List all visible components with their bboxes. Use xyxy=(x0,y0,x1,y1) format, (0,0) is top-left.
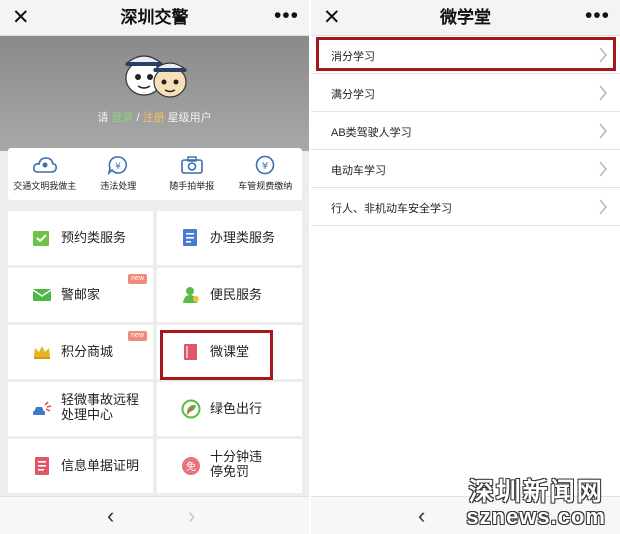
service-police-mail[interactable]: 警邮家 new xyxy=(8,268,153,322)
service-green-travel[interactable]: 绿色出行 xyxy=(157,382,302,436)
yuan-speech-icon: ¥ xyxy=(107,156,128,176)
exempt-badge-icon: 免 xyxy=(182,457,200,475)
service-processing[interactable]: 办理类服务 xyxy=(157,211,302,265)
list-item[interactable]: 电动车学习 xyxy=(311,150,620,188)
more-icon[interactable]: ••• xyxy=(585,5,610,27)
chevron-right-icon xyxy=(599,199,607,215)
receipt-icon xyxy=(35,457,49,475)
camera-icon xyxy=(180,156,203,174)
left-title-bar: ✕ 深圳交警 ••• xyxy=(0,0,309,36)
left-screen: ✕ 深圳交警 ••• 请 登录 / 注册 星级用户 交通文明我做主 ¥ 违法处理… xyxy=(0,0,309,534)
svg-text:免: 免 xyxy=(186,460,196,473)
quick-actions-bar: 交通文明我做主 ¥ 违法处理 随手拍举报 ¥ 车管规费缴纳 xyxy=(8,148,302,200)
course-list: 消分学习 满分学习 AB类驾驶人学习 电动车学习 行人、非机动车安全学习 xyxy=(311,36,620,226)
new-badge: new xyxy=(128,274,147,284)
left-browser-nav: ‹ › xyxy=(0,496,309,534)
login-prompt: 请 登录 / 注册 星级用户 xyxy=(97,112,212,124)
calendar-check-icon xyxy=(33,231,49,246)
chevron-right-icon xyxy=(599,161,607,177)
service-parking-exempt[interactable]: 免 十分钟违停免罚 xyxy=(157,439,302,493)
svg-text:¥: ¥ xyxy=(262,161,268,172)
person-service-icon xyxy=(183,287,199,303)
car-crash-icon xyxy=(33,401,52,415)
sznews-watermark: 深圳新闻网 sznews.com xyxy=(466,478,606,529)
back-arrow-icon[interactable]: ‹ xyxy=(107,503,114,529)
chevron-right-icon xyxy=(599,85,607,101)
page-title: 微学堂 xyxy=(440,8,491,27)
list-item[interactable]: 消分学习 xyxy=(311,36,620,74)
envelope-icon xyxy=(32,289,52,301)
svg-text:¥: ¥ xyxy=(115,162,121,172)
crown-icon xyxy=(34,346,50,359)
service-appointment[interactable]: 预约类服务 xyxy=(8,211,153,265)
more-icon[interactable]: ••• xyxy=(274,5,299,27)
quick-vehicle-fee[interactable]: ¥ 车管规费缴纳 xyxy=(229,148,301,200)
point-study-highlight xyxy=(316,37,616,71)
service-points-mall[interactable]: 积分商城 new xyxy=(8,325,153,379)
cloud-user-icon xyxy=(32,157,57,173)
list-item[interactable]: 满分学习 xyxy=(311,74,620,112)
service-accident-center[interactable]: 轻微事故远程处理中心 xyxy=(8,382,153,436)
service-documents[interactable]: 信息单据证明 xyxy=(8,439,153,493)
yuan-circle-icon: ¥ xyxy=(255,155,275,175)
forward-arrow-icon[interactable]: › xyxy=(188,503,195,529)
police-mascot-icon xyxy=(124,55,188,98)
document-edit-icon xyxy=(183,229,197,246)
user-banner: 请 登录 / 注册 星级用户 xyxy=(0,36,309,151)
chevron-right-icon xyxy=(599,123,607,139)
quick-civilized-traffic[interactable]: 交通文明我做主 xyxy=(9,148,81,200)
quick-photo-report[interactable]: 随手拍举报 xyxy=(156,148,228,200)
right-title-bar: ✕ 微学堂 ••• xyxy=(311,0,620,36)
back-arrow-icon[interactable]: ‹ xyxy=(418,503,425,529)
login-link[interactable]: 登录 xyxy=(111,112,133,124)
register-link[interactable]: 注册 xyxy=(143,112,165,124)
service-convenience[interactable]: 便民服务 xyxy=(157,268,302,322)
quick-violation-handling[interactable]: ¥ 违法处理 xyxy=(82,148,154,200)
list-item[interactable]: AB类驾驶人学习 xyxy=(311,112,620,150)
green-leaf-icon xyxy=(181,399,201,419)
new-badge: new xyxy=(128,331,147,341)
list-item[interactable]: 行人、非机动车安全学习 xyxy=(311,188,620,226)
right-screen: ✕ 微学堂 ••• 消分学习 满分学习 AB类驾驶人学习 电动车学习 行人、非机… xyxy=(311,0,620,534)
page-title: 深圳交警 xyxy=(120,8,189,27)
micro-class-highlight xyxy=(160,330,273,380)
